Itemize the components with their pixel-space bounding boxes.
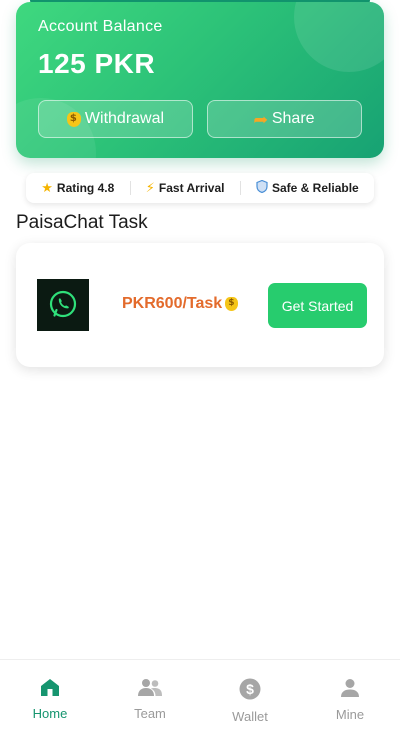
bottom-nav: Home Team $ Wallet Mine [0, 659, 400, 732]
divider [129, 181, 131, 195]
home-icon [40, 678, 60, 702]
team-icon [137, 678, 163, 702]
feature-label: Safe & Reliable [272, 181, 359, 195]
share-arrow-icon: ➦ [253, 109, 269, 129]
nav-label: Mine [335, 707, 365, 722]
svg-text:$: $ [246, 681, 254, 697]
whatsapp-icon [37, 279, 89, 331]
money-bag-icon [66, 111, 81, 127]
feature-label: Rating 4.8 [56, 181, 115, 195]
feature-safe: Safe & Reliable [256, 179, 359, 197]
feature-rating: ★ Rating 4.8 [41, 181, 114, 196]
nav-label: Wallet [232, 709, 268, 724]
star-icon: ★ [41, 180, 53, 196]
nav-label: Home [32, 706, 68, 721]
task-card: PKR600/Task Get Started [16, 243, 384, 367]
balance-amount: 125 PKR [38, 48, 156, 79]
section-title: PaisaChat Task [16, 212, 148, 233]
balance-card: Account Balance 125 PKR Withdrawal ➦ Sha… [16, 2, 384, 158]
task-price-text: PKR600/Task [122, 295, 223, 312]
balance-label: Account Balance [38, 18, 163, 35]
nav-item-team[interactable]: Team [100, 660, 200, 732]
dollar-icon: $ [239, 678, 261, 705]
share-button[interactable]: ➦ Share [207, 100, 362, 138]
shield-icon [256, 179, 268, 197]
user-icon [340, 678, 360, 703]
lightning-icon: ⚡ [145, 180, 155, 196]
features-bar: ★ Rating 4.8 ⚡ Fast Arrival Safe & Relia… [26, 173, 374, 203]
nav-item-mine[interactable]: Mine [300, 660, 400, 732]
nav-item-wallet[interactable]: $ Wallet [200, 660, 300, 732]
task-price: PKR600/Task [122, 295, 239, 313]
share-label: Share [271, 110, 315, 127]
get-started-button[interactable]: Get Started [268, 283, 367, 328]
card-decoration [294, 2, 384, 72]
feature-fast-arrival: ⚡ Fast Arrival [146, 181, 225, 196]
nav-label: Team [134, 706, 166, 721]
nav-item-home[interactable]: Home [0, 660, 100, 732]
feature-label: Fast Arrival [158, 181, 225, 195]
withdrawal-button[interactable]: Withdrawal [38, 100, 193, 138]
divider [239, 181, 241, 195]
money-bag-icon [225, 297, 239, 311]
withdrawal-label: Withdrawal [84, 110, 165, 127]
